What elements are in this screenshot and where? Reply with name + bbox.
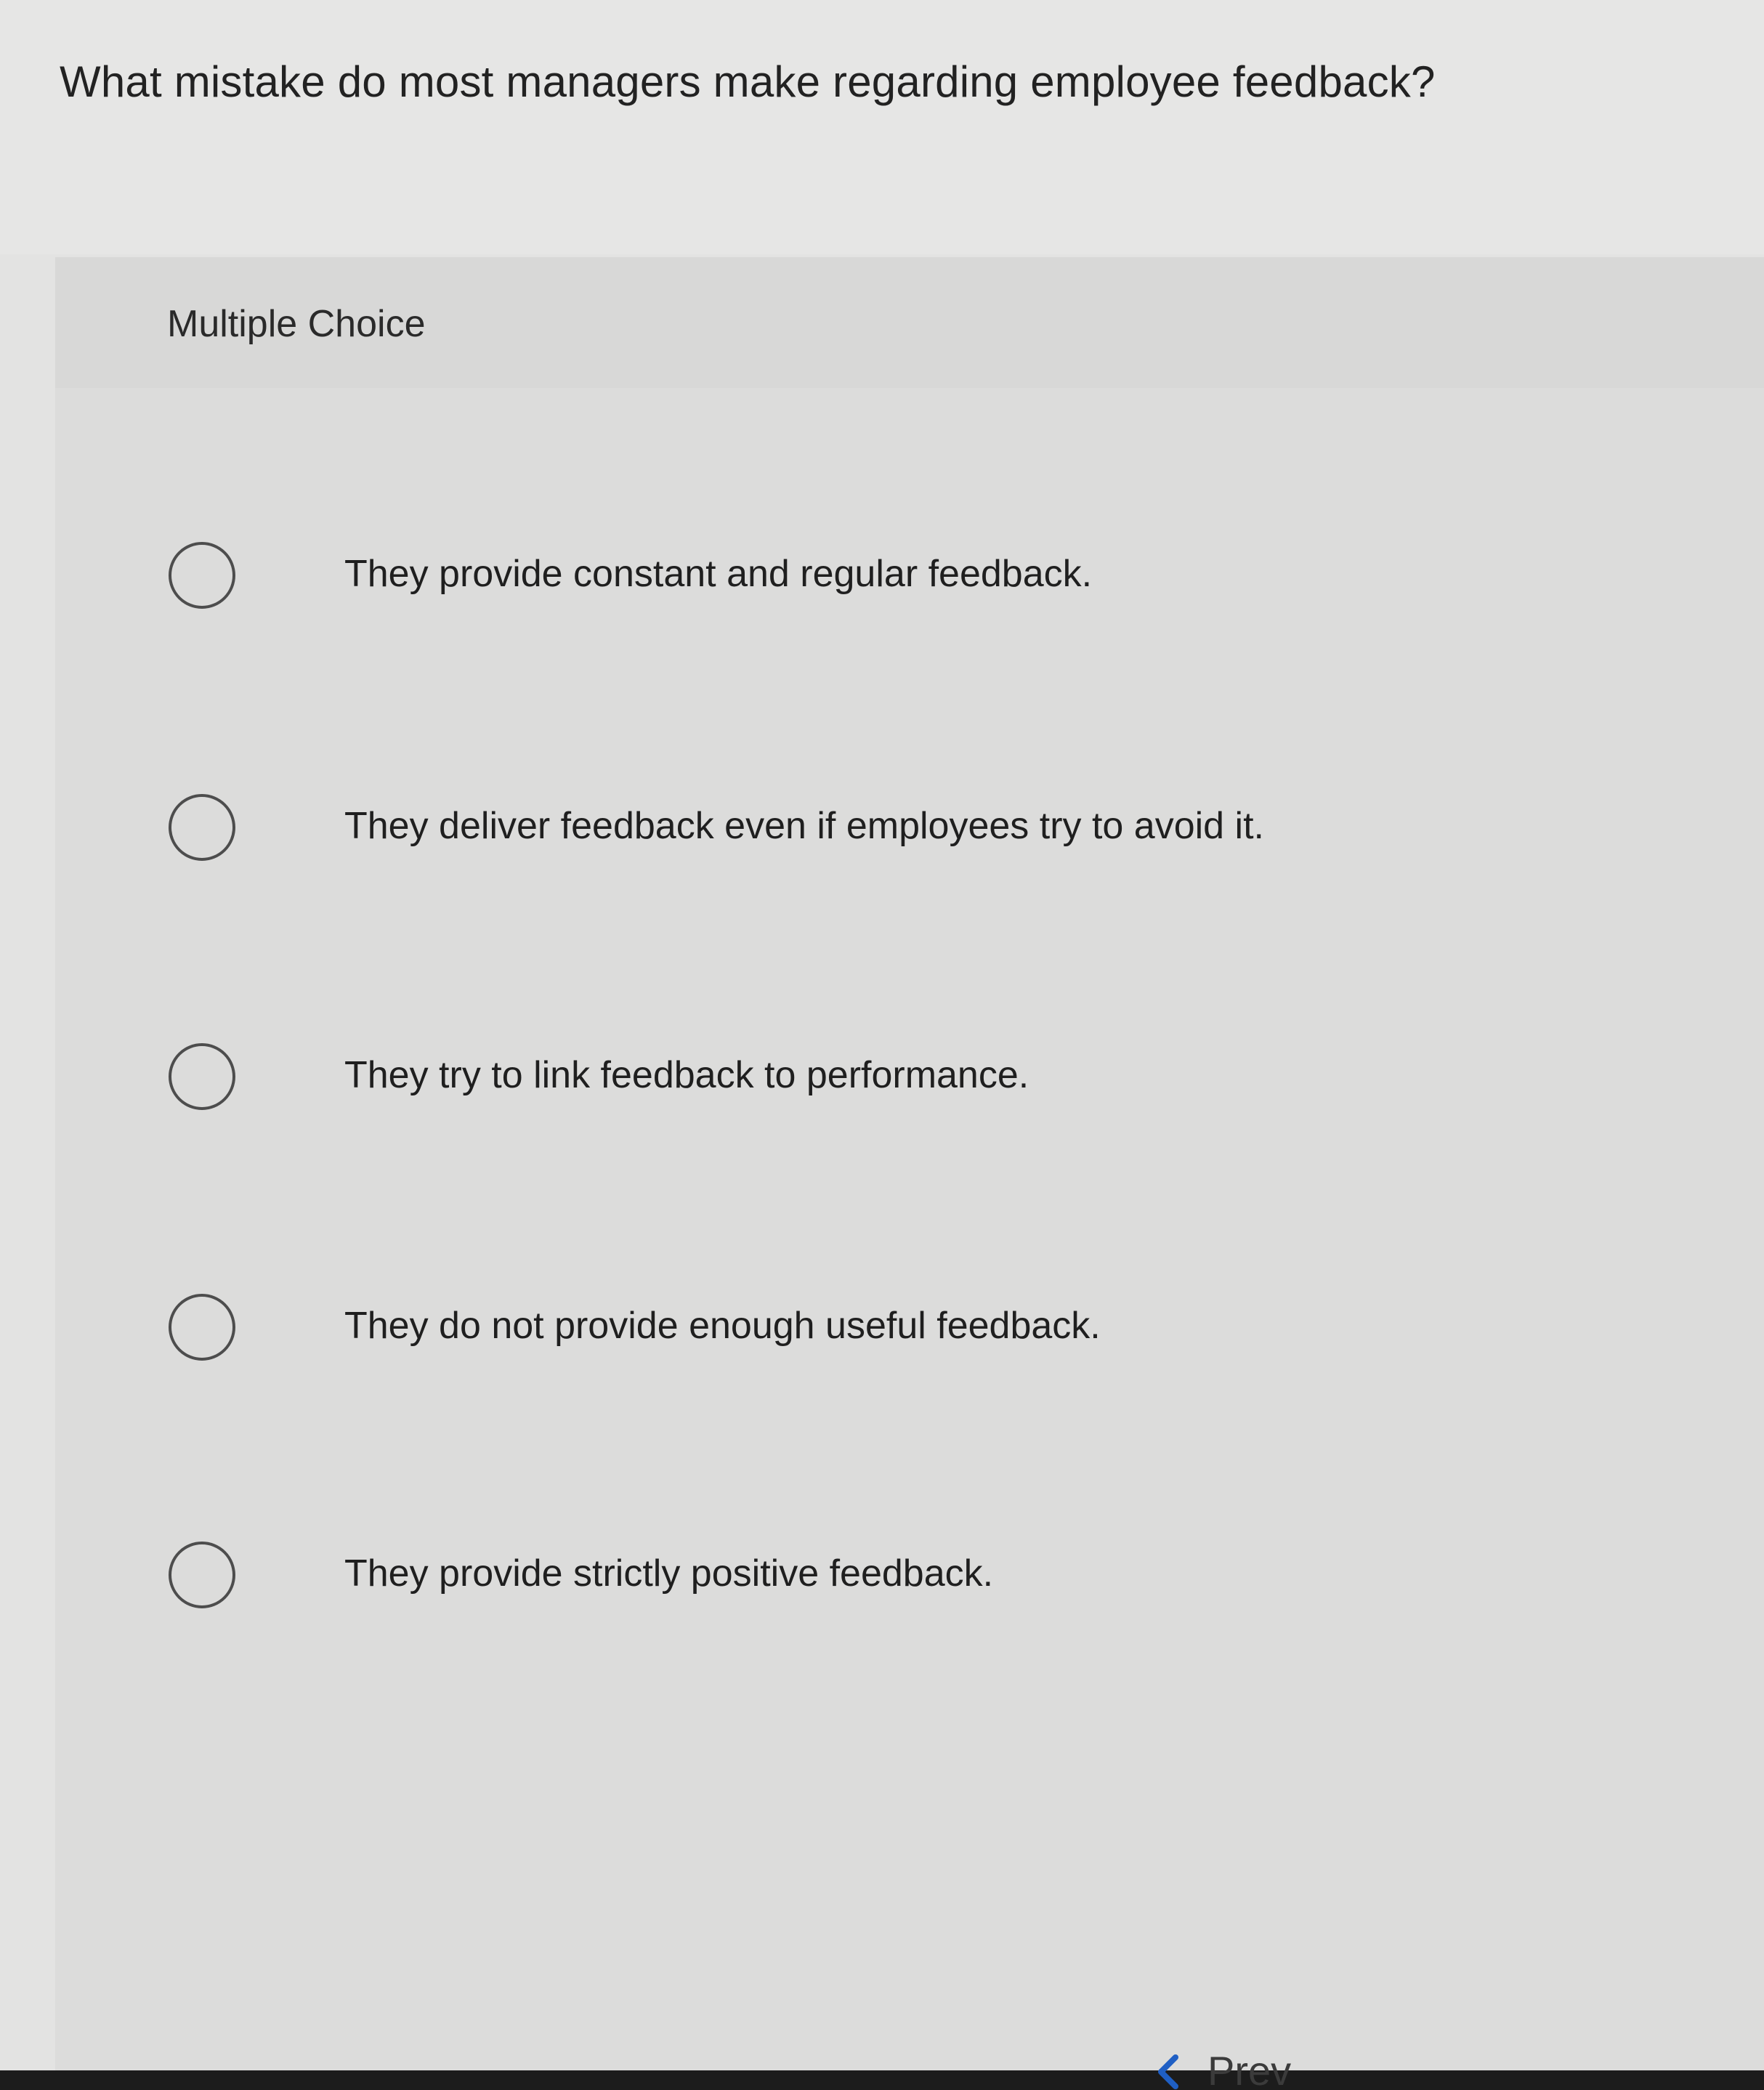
radio-button[interactable] — [169, 794, 235, 861]
radio-button[interactable] — [169, 1542, 235, 1608]
question-text: What mistake do most managers make regar… — [60, 57, 1436, 106]
bottom-bar — [0, 2070, 1764, 2090]
answer-option[interactable]: They provide strictly positive feedback. — [164, 1524, 1545, 1626]
answer-panel: Multiple Choice They provide constant an… — [55, 257, 1764, 2090]
answer-option-label: They try to link feedback to performance… — [344, 1054, 1029, 1096]
answer-option-label: They provide strictly positive feedback. — [344, 1552, 994, 1595]
prev-button[interactable]: Prev — [1148, 2047, 1380, 2090]
question-area: What mistake do most managers make regar… — [0, 0, 1764, 254]
answer-option[interactable]: They deliver feedback even if employees … — [164, 777, 1545, 878]
radio-button[interactable] — [169, 1043, 235, 1110]
radio-button[interactable] — [169, 542, 235, 609]
answer-option[interactable]: They do not provide enough useful feedba… — [164, 1276, 1545, 1378]
answer-options: They provide constant and regular feedba… — [55, 257, 1764, 2090]
radio-button[interactable] — [169, 1294, 235, 1361]
answer-option[interactable]: They try to link feedback to performance… — [164, 1026, 1545, 1127]
chevron-left-icon — [1158, 2054, 1178, 2089]
answer-option-label: They do not provide enough useful feedba… — [344, 1305, 1101, 1347]
answer-option-label: They provide constant and regular feedba… — [344, 553, 1093, 595]
answer-option-label: They deliver feedback even if employees … — [344, 805, 1264, 847]
prev-label: Prev — [1207, 2048, 1292, 2090]
answer-option[interactable]: They provide constant and regular feedba… — [164, 524, 1545, 626]
